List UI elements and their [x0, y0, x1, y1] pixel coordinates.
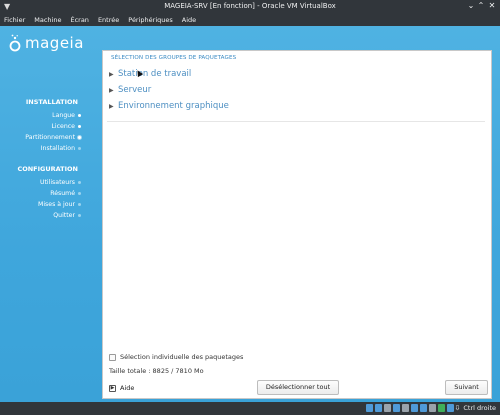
sidebar-item-resume: Résumé — [0, 188, 82, 199]
logo-text: mageia — [25, 34, 84, 52]
close-icon[interactable]: ✕ — [487, 1, 497, 11]
sidebar-configuration: CONFIGURATION Utilisateurs Résumé Mises … — [0, 165, 82, 221]
sidebar-item-langue: Langue — [0, 110, 82, 121]
audio-icon[interactable] — [384, 404, 391, 412]
individual-selection-checkbox[interactable] — [109, 353, 116, 361]
sidebar-installation: INSTALLATION Langue Licence Partitionnem… — [0, 98, 82, 154]
sidebar-item-licence: Licence — [0, 121, 82, 132]
sidebar-item-partitionnement: Partitionnement — [0, 132, 82, 143]
minimize-icon[interactable]: ⌄ — [466, 1, 476, 11]
cpu-activity-icon[interactable] — [438, 404, 445, 412]
group-environnement-graphique[interactable]: ▶ Environnement graphique — [107, 98, 485, 114]
step-done-icon — [78, 114, 81, 117]
display-icon[interactable] — [420, 404, 427, 412]
menu-ecran[interactable]: Écran — [70, 16, 88, 24]
panel-title: SÉLECTION DES GROUPES DE PAQUETAGES — [111, 55, 237, 61]
host-key-arrow-icon: ⇩ — [454, 404, 461, 412]
help-button[interactable]: ▶ Aide — [109, 381, 134, 396]
step-todo-icon — [78, 192, 81, 195]
network-icon[interactable] — [393, 404, 400, 412]
step-todo-icon — [78, 214, 81, 217]
package-group-list: ▶ Station de travail ▶ Serveur ▶ Environ… — [107, 66, 485, 122]
step-current-icon — [78, 136, 81, 139]
step-todo-icon — [78, 147, 81, 150]
individual-selection-label: Sélection individuelle des paquetages — [120, 353, 244, 361]
group-station-de-travail[interactable]: ▶ Station de travail — [107, 66, 485, 82]
deselect-all-button[interactable]: Désélectionner tout — [257, 380, 339, 395]
menu-aide[interactable]: Aide — [182, 16, 196, 24]
sidebar-heading: CONFIGURATION — [17, 165, 78, 173]
host-key-indicator: ⇩ Ctrl droite — [454, 404, 497, 412]
window-titlebar: ▼ MAGEIA-SRV [En fonction] - Oracle VM V… — [0, 0, 500, 13]
sidebar-item-installation: Installation — [0, 143, 82, 154]
step-done-icon — [78, 125, 81, 128]
group-serveur[interactable]: ▶ Serveur — [107, 82, 485, 98]
expand-arrow-icon[interactable]: ▶ — [109, 71, 114, 78]
menu-fichier[interactable]: Fichier — [4, 16, 25, 24]
sidebar-item-mises-a-jour: Mises à jour — [0, 199, 82, 210]
step-todo-icon — [78, 181, 81, 184]
usb-icon[interactable] — [402, 404, 409, 412]
sidebar-item-quitter: Quitter — [0, 210, 82, 221]
hard-disk-icon[interactable] — [366, 404, 373, 412]
sidebar-heading: INSTALLATION — [25, 98, 78, 106]
menu-bar: Fichier Machine Écran Entrée Périphériqu… — [0, 13, 500, 26]
help-icon: ▶ — [109, 385, 116, 392]
menu-entree[interactable]: Entrée — [98, 16, 119, 24]
vm-display[interactable]: mageia INSTALLATION Langue Licence Parti… — [0, 26, 500, 402]
shared-folders-icon[interactable] — [411, 404, 418, 412]
vm-status-bar: ⇩ Ctrl droite — [0, 402, 500, 415]
mouse-integration-icon[interactable] — [447, 404, 454, 412]
window-title: MAGEIA-SRV [En fonction] - Oracle VM Vir… — [164, 2, 336, 10]
expand-arrow-icon[interactable]: ▶ — [109, 103, 114, 110]
status-icons — [364, 404, 454, 412]
next-button[interactable]: Suivant — [445, 380, 488, 395]
recording-icon[interactable] — [429, 404, 436, 412]
menu-machine[interactable]: Machine — [34, 16, 61, 24]
mageia-logo-icon — [9, 34, 21, 52]
expand-arrow-icon[interactable]: ▶ — [109, 87, 114, 94]
package-groups-panel: SÉLECTION DES GROUPES DE PAQUETAGES ▶ St… — [102, 50, 492, 399]
optical-drive-icon[interactable] — [375, 404, 382, 412]
total-size-text: Taille totale : 8825 / 7810 Mo — [109, 367, 204, 375]
step-todo-icon — [78, 203, 81, 206]
sidebar-item-utilisateurs: Utilisateurs — [0, 177, 82, 188]
maximize-icon[interactable]: ⌃ — [476, 1, 486, 11]
mageia-logo: mageia — [8, 34, 84, 52]
menu-peripheriques[interactable]: Périphériques — [128, 16, 173, 24]
individual-selection-option[interactable]: Sélection individuelle des paquetages — [109, 353, 243, 361]
